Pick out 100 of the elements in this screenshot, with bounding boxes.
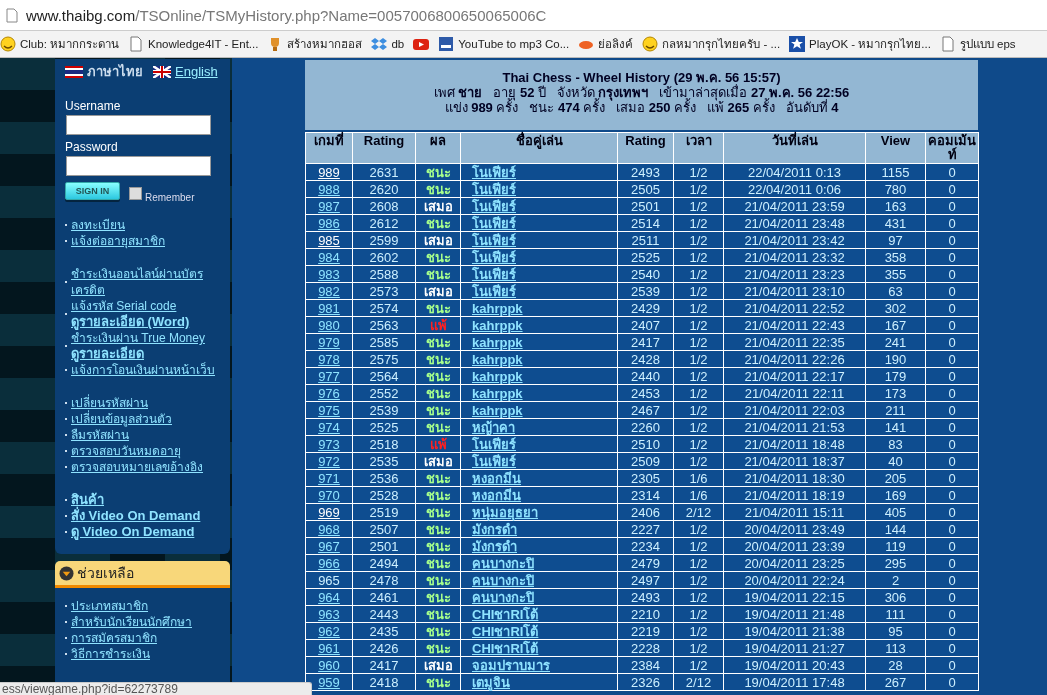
password-label: Password — [65, 140, 119, 154]
opponent-link[interactable]: โนเฟียร์ — [472, 453, 516, 469]
sidebar-link[interactable]: ชำระเงินผ่าน True Money — [71, 330, 219, 346]
language-link[interactable]: English — [175, 64, 218, 79]
sidebar-link[interactable]: แจ้งรหัส Serial code — [71, 298, 219, 314]
game-link[interactable]: 959 — [318, 674, 340, 690]
opponent-link[interactable]: คนบางกะปิ — [472, 555, 534, 571]
opponent-link[interactable]: โนเฟียร์ — [472, 283, 516, 299]
game-link[interactable]: 978 — [318, 351, 340, 367]
sidebar-link[interactable]: ดูรายละเอียด — [71, 346, 219, 362]
sidebar-link[interactable]: ลงทะเบียน — [71, 217, 219, 233]
sidebar-link[interactable]: ชำระเงินออนไลน์ผ่านบัตรเครดิต — [71, 266, 219, 298]
game-link[interactable]: 984 — [318, 249, 340, 265]
opponent-link[interactable]: โนเฟียร์ — [472, 181, 516, 197]
opponent-link[interactable]: จอมปราบมาร — [472, 657, 550, 673]
game-link[interactable]: 971 — [318, 470, 340, 486]
sidebar-link[interactable]: เปลี่ยนรหัสผ่าน — [71, 395, 219, 411]
game-link[interactable]: 977 — [318, 368, 340, 384]
username-field[interactable] — [66, 115, 211, 135]
game-link[interactable]: 974 — [318, 419, 340, 435]
game-link[interactable]: 975 — [318, 402, 340, 418]
sidebar-link[interactable]: สั่ง Video On Demand — [71, 508, 219, 524]
sidebar-link[interactable]: ดูรายละเอียด (Word) — [71, 314, 219, 330]
game-link[interactable]: 969 — [318, 504, 340, 520]
sidebar-link[interactable]: แจ้งการโอนเงินผ่านหน้าเว็บ — [71, 362, 219, 378]
game-link[interactable]: 986 — [318, 215, 340, 231]
sidebar-link[interactable]: เปลี่ยนข้อมูลส่วนตัว — [71, 411, 219, 427]
profile-stats: แข่ง 989 ครั้ง ชนะ 474 ครั้ง เสมอ 250 ครั้ง แพ้ 265 ครั้ง อันดับที่ 4 — [443, 100, 840, 115]
game-link[interactable]: 988 — [318, 181, 340, 197]
game-link[interactable]: 964 — [318, 589, 340, 605]
opponent-link[interactable]: หงอกมีน — [472, 487, 521, 503]
opponent-link[interactable]: โนเฟียร์ — [472, 232, 516, 248]
opponent-link[interactable]: kahrppk — [472, 385, 523, 401]
game-link[interactable]: 967 — [318, 538, 340, 554]
game-link[interactable]: 981 — [318, 300, 340, 316]
bookmark-link[interactable]: สร้างหมากฮอส — [287, 35, 363, 53]
opponent-link[interactable]: คนบางกะปิ — [472, 572, 534, 588]
bookmark-link[interactable]: PlayOK - หมากรุกไทย... — [809, 35, 931, 53]
sidebar-link[interactable]: ตรวจสอบหมายเลขอ้างอิง — [71, 459, 219, 475]
opponent-link[interactable]: kahrppk — [472, 402, 523, 418]
url-path[interactable]: /TSOnline/TSMyHistory.php?Name=0057006800650065006C — [135, 6, 547, 24]
help-link[interactable]: สำหรับนักเรียนนักศึกษา — [71, 614, 192, 630]
opponent-link[interactable]: kahrppk — [472, 317, 523, 333]
opponent-link[interactable]: หงอกมีน — [472, 470, 521, 486]
bookmark-link[interactable]: รูปแบบ eps — [959, 35, 1016, 53]
sidebar-link[interactable]: ลืมรหัสผ่าน — [71, 427, 219, 443]
language-label[interactable]: ภาษาไทย — [87, 61, 143, 82]
game-link[interactable]: 970 — [318, 487, 340, 503]
bookmark-link[interactable]: db — [391, 38, 405, 50]
sidebar-link[interactable]: ดู Video On Demand — [71, 524, 219, 540]
game-link[interactable]: 973 — [318, 436, 340, 452]
game-link[interactable]: 968 — [318, 521, 340, 537]
game-link[interactable]: 989 — [318, 164, 340, 180]
sign-in-button[interactable]: SIGN IN — [65, 182, 120, 200]
opponent-link[interactable]: kahrppk — [472, 351, 523, 367]
opponent-link[interactable]: หนุ่มอยุธยา — [472, 504, 538, 520]
game-link[interactable]: 976 — [318, 385, 340, 401]
opponent-link[interactable]: kahrppk — [472, 334, 523, 350]
game-link[interactable]: 966 — [318, 555, 340, 571]
help-link[interactable]: การสมัครสมาชิก — [71, 630, 157, 646]
bookmark-link[interactable]: Club: หมากกระดาน — [20, 35, 120, 53]
opponent-link[interactable]: มังกรดำ — [472, 521, 517, 537]
game-link[interactable]: 979 — [318, 334, 340, 350]
opponent-link[interactable]: โนเฟียร์ — [472, 266, 516, 282]
opponent-link[interactable]: kahrppk — [472, 368, 523, 384]
bookmark-link[interactable]: Knowledge4IT - Ent... — [148, 38, 259, 50]
game-link[interactable]: 960 — [318, 657, 340, 673]
url-host[interactable]: www.thaibg.com — [26, 6, 136, 24]
game-link[interactable]: 987 — [318, 198, 340, 214]
help-link[interactable]: วิธีการชำระเงิน — [71, 646, 150, 662]
game-link[interactable]: 972 — [318, 453, 340, 469]
opponent-link[interactable]: เตมูจิน — [472, 674, 510, 690]
opponent-link[interactable]: โนเฟียร์ — [472, 164, 516, 180]
help-link[interactable]: ประเภทสมาชิก — [71, 598, 148, 614]
opponent-link[interactable]: โนเฟียร์ — [472, 249, 516, 265]
game-link[interactable]: 961 — [318, 640, 340, 656]
game-link[interactable]: 985 — [318, 232, 340, 248]
opponent-link[interactable]: หญ้าคา — [472, 419, 515, 435]
opponent-link[interactable]: คนบางกะปิ — [472, 589, 534, 605]
game-link[interactable]: 983 — [318, 266, 340, 282]
help-header[interactable]: ช่วยเหลือ — [55, 561, 230, 588]
opponent-link[interactable]: kahrppk — [472, 300, 523, 316]
opponent-link[interactable]: CHIชาRIโต้ — [472, 640, 539, 656]
opponent-link[interactable]: โนเฟียร์ — [472, 215, 516, 231]
password-field[interactable] — [66, 156, 211, 176]
opponent-link[interactable]: CHIชาRIโต้ — [472, 606, 539, 622]
game-link[interactable]: 962 — [318, 623, 340, 639]
opponent-link[interactable]: CHIชาRIโต้ — [472, 623, 539, 639]
bookmark-link[interactable]: ย่อลิงค์ — [598, 35, 634, 53]
game-link[interactable]: 963 — [318, 606, 340, 622]
opponent-link[interactable]: มังกรดำ — [472, 538, 517, 554]
remember-checkbox[interactable] — [129, 187, 142, 200]
sidebar-link[interactable]: ตรวจสอบวันหมดอายุ — [71, 443, 219, 459]
bookmark-link[interactable]: กลหมากรุกไทยครับ - ... — [662, 35, 781, 53]
opponent-link[interactable]: โนเฟียร์ — [472, 198, 516, 214]
opponent-link[interactable]: โนเฟียร์ — [472, 436, 516, 452]
sidebar-link[interactable]: แจ้งต่ออายุสมาชิก — [71, 233, 219, 249]
game-link[interactable]: 980 — [318, 317, 340, 333]
bookmark-link[interactable]: YouTube to mp3 Co... — [458, 38, 570, 50]
game-link[interactable]: 982 — [318, 283, 340, 299]
